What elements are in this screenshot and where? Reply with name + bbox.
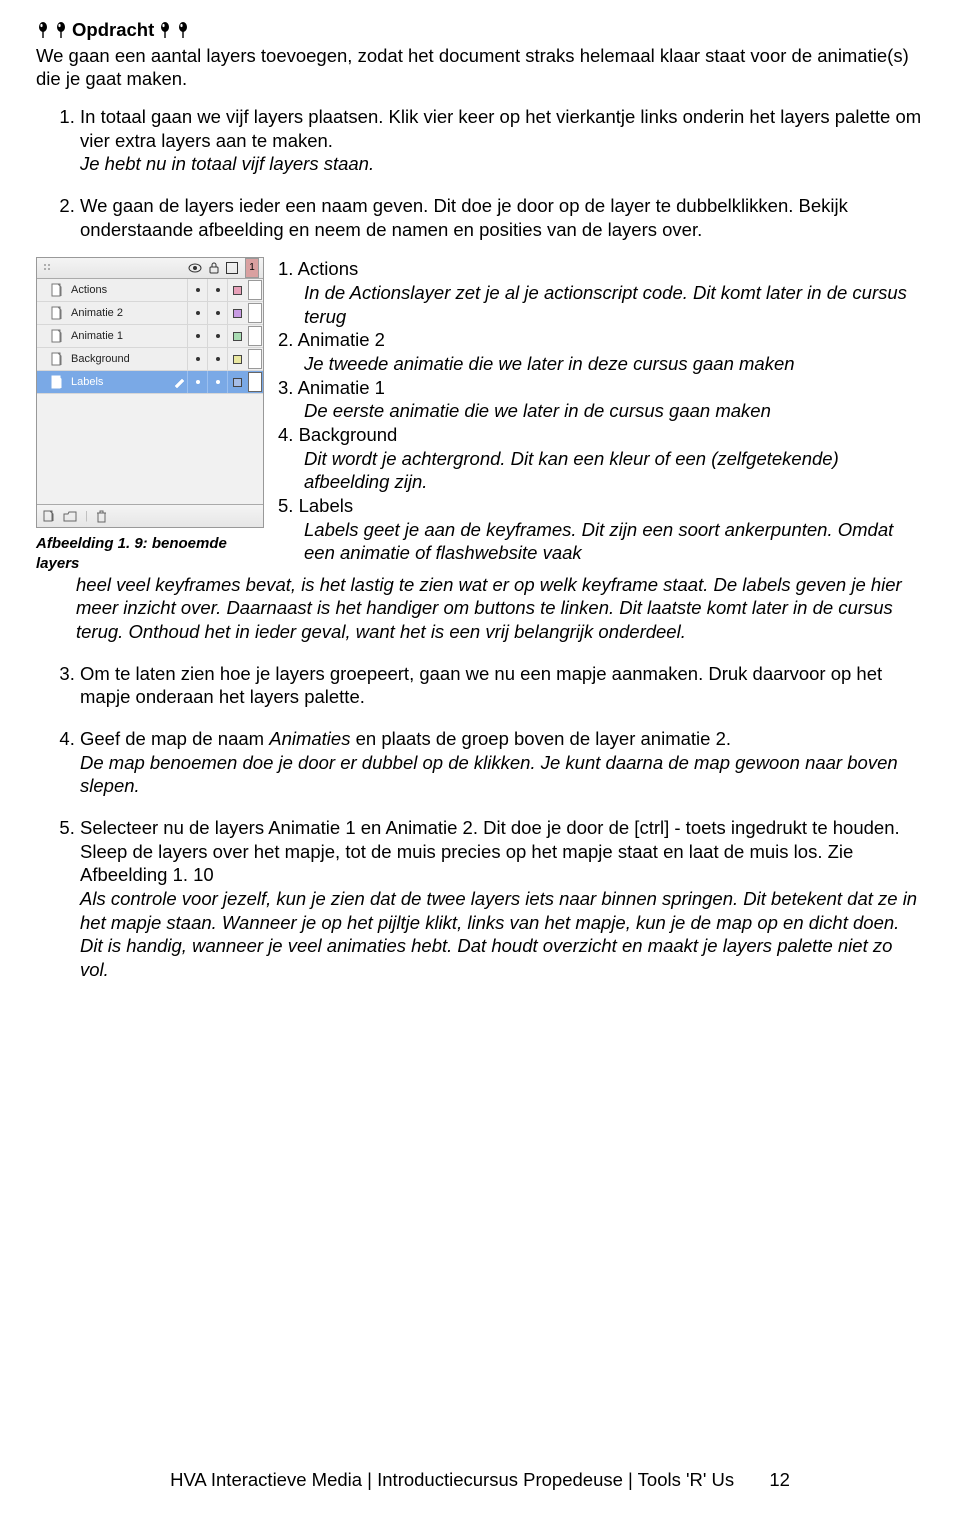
layer-row: Background	[37, 348, 263, 371]
layer-page-icon	[49, 351, 65, 367]
layer-name: Actions	[69, 283, 187, 297]
layer-page-icon	[49, 282, 65, 298]
visibility-cell	[187, 325, 207, 347]
layer-row: Animatie 1	[37, 325, 263, 348]
layers-panel: 1 Actions Animatie 2 Animatie 1 Background L…	[36, 257, 264, 528]
step-5-part1: Selecteer nu de layers Animatie 1 en Ani…	[80, 816, 924, 887]
outline-color-cell	[227, 348, 247, 370]
visibility-cell	[187, 302, 207, 324]
step-4-part1: Geef de map de naam	[80, 728, 269, 749]
lock-cell	[207, 348, 227, 370]
pushpin-icon	[176, 21, 190, 39]
layer-row: Labels	[37, 371, 263, 394]
layer-description-item: 1. ActionsIn de Actionslayer zet je al j…	[278, 257, 924, 328]
layer-page-icon	[49, 328, 65, 344]
page-number: 12	[769, 1468, 790, 1492]
figure-caption: Afbeelding 1. 9: benoemde layers	[36, 534, 264, 572]
frame-cell	[248, 372, 262, 392]
item-description: De eerste animatie die we later in de cu…	[278, 399, 924, 423]
layer-description-item: 3. Animatie 1De eerste animatie die we l…	[278, 376, 924, 423]
heading-text: Opdracht	[72, 18, 154, 42]
outline-color-cell	[227, 371, 247, 393]
item-description: Je tweede animatie die we later in deze …	[278, 352, 924, 376]
layer-name: Background	[69, 352, 187, 366]
page-footer: HVA Interactieve Media | Introductiecurs…	[0, 1468, 960, 1492]
labels-continuation: heel veel keyframes bevat, is het lastig…	[76, 573, 924, 644]
outline-color-cell	[227, 302, 247, 324]
eye-icon	[188, 263, 202, 273]
pushpin-icon	[158, 21, 172, 39]
step-4-part2: en plaats de groep boven de layer animat…	[350, 728, 731, 749]
frame-number-cell: 1	[245, 258, 259, 278]
lock-cell	[207, 371, 227, 393]
lock-cell	[207, 325, 227, 347]
layer-description-item: 2. Animatie 2Je tweede animatie die we l…	[278, 328, 924, 375]
assignment-steps: In totaal gaan we vijf layers plaatsen. …	[36, 105, 924, 982]
frame-cell	[248, 280, 262, 300]
lock-icon	[209, 262, 219, 274]
outline-color-cell	[227, 279, 247, 301]
divider-icon: |	[85, 509, 88, 523]
frame-cell	[248, 326, 262, 346]
visibility-cell	[187, 371, 207, 393]
panel-grip-icon	[37, 263, 59, 273]
outline-icon	[226, 262, 238, 274]
item-title: Actions	[298, 258, 359, 279]
step-2-text: We gaan de layers ieder een naam geven. …	[80, 195, 848, 240]
step-3-text: Om te laten zien hoe je layers groepeert…	[80, 662, 924, 709]
layer-row: Actions	[37, 279, 263, 302]
layer-page-icon	[49, 374, 65, 390]
layer-description-item: 5. LabelsLabels geet je aan de keyframes…	[278, 494, 924, 565]
new-folder-icon	[63, 511, 77, 522]
layers-panel-header: 1	[37, 258, 263, 279]
layer-name: Labels	[69, 375, 171, 389]
figure-layers-panel: 1 Actions Animatie 2 Animatie 1 Background L…	[36, 257, 264, 572]
layer-descriptions: 1. ActionsIn de Actionslayer zet je al j…	[278, 257, 924, 565]
layer-name: Animatie 1	[69, 329, 187, 343]
step-1-note: Je hebt nu in totaal vijf layers staan.	[80, 153, 374, 174]
item-number: 1.	[278, 258, 293, 279]
intro-paragraph: We gaan een aantal layers toevoegen, zod…	[36, 44, 924, 91]
layers-panel-footer: |	[37, 504, 263, 527]
item-description: In de Actionslayer zet je al je actionsc…	[278, 281, 924, 328]
item-title: Labels	[299, 495, 354, 516]
outline-color-cell	[227, 325, 247, 347]
item-number: 4.	[278, 424, 293, 445]
layer-page-icon	[49, 305, 65, 321]
step-5: Selecteer nu de layers Animatie 1 en Ani…	[80, 816, 924, 982]
layers-panel-empty-area	[37, 394, 263, 504]
step-1-text: In totaal gaan we vijf layers plaatsen. …	[80, 106, 921, 151]
step-3: Om te laten zien hoe je layers groepeert…	[80, 662, 924, 709]
item-description: Labels geet je aan de keyframes. Dit zij…	[278, 518, 924, 565]
visibility-cell	[187, 279, 207, 301]
item-description: Dit wordt je achtergrond. Dit kan een kl…	[278, 447, 924, 494]
item-title: Background	[299, 424, 398, 445]
pencil-icon	[171, 376, 187, 388]
step-5-note: Als controle voor jezelf, kun je zien da…	[80, 887, 924, 982]
step-2: We gaan de layers ieder een naam geven. …	[80, 194, 924, 644]
item-number: 5.	[278, 495, 293, 516]
layer-name: Animatie 2	[69, 306, 187, 320]
frame-cell	[248, 303, 262, 323]
item-number: 3.	[278, 377, 293, 398]
layer-description-item: 4. BackgroundDit wordt je achtergrond. D…	[278, 423, 924, 494]
trash-icon	[96, 510, 107, 523]
lock-cell	[207, 302, 227, 324]
assignment-heading: Opdracht	[36, 18, 924, 42]
lock-cell	[207, 279, 227, 301]
pushpin-icon	[36, 21, 50, 39]
item-number: 2.	[278, 329, 293, 350]
frame-cell	[248, 349, 262, 369]
step-1: In totaal gaan we vijf layers plaatsen. …	[80, 105, 924, 176]
footer-text: HVA Interactieve Media | Introductiecurs…	[170, 1469, 734, 1490]
step-4-name: Animaties	[269, 728, 350, 749]
item-title: Animatie 1	[298, 377, 385, 398]
visibility-cell	[187, 348, 207, 370]
new-layer-icon	[43, 510, 55, 522]
step-4-note: De map benoemen doe je door er dubbel op…	[80, 751, 924, 798]
layer-row: Animatie 2	[37, 302, 263, 325]
pushpin-icon	[54, 21, 68, 39]
item-title: Animatie 2	[298, 329, 385, 350]
step-4: Geef de map de naam Animaties en plaats …	[80, 727, 924, 798]
